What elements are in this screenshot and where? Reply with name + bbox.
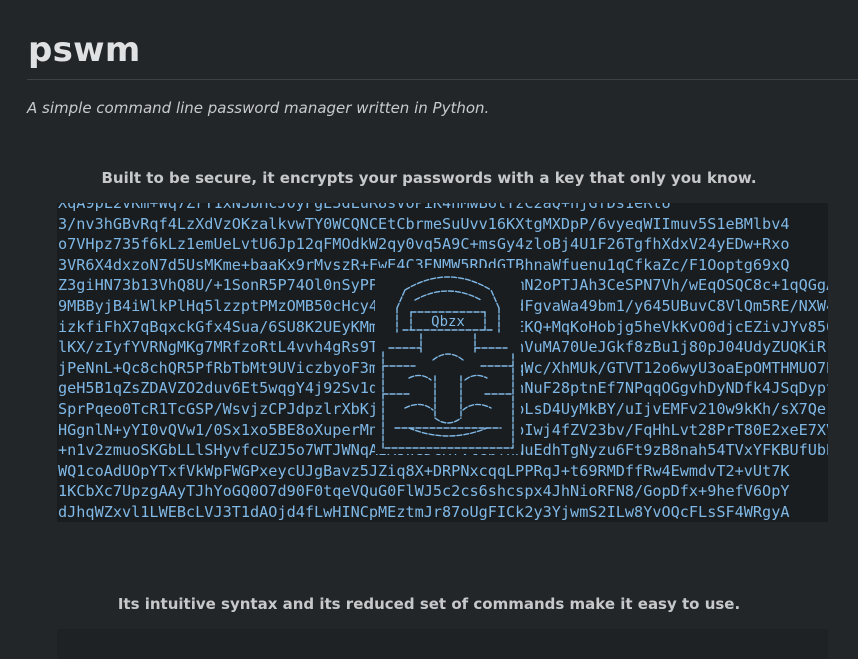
encrypted-line: dJhqWZxvl1LWEBcLVJ3T1dAOjd4fLwHINCpMEztm… <box>58 502 790 521</box>
page-title: pswm <box>28 30 141 70</box>
tagline: A simple command line password manager w… <box>27 99 490 117</box>
title-divider <box>27 79 858 80</box>
readme-page: pswm A simple command line password mana… <box>0 0 858 659</box>
encrypted-line: o7VHpz735f6kLz1emUeLvtU6Jp12qFMOdkW2qy0v… <box>58 235 790 254</box>
syntax-caption: Its intuitive syntax and its reduced set… <box>117 595 741 613</box>
encrypted-line: 3/nv3hGBvRqf4LzXdVzOKzalkvwTY0WCQNCEtCbr… <box>58 214 790 233</box>
ascii-vault-art: Qbzx <box>375 268 521 454</box>
safe-icon: Qbzx <box>382 276 514 449</box>
art-label: Qbzx <box>431 314 465 330</box>
encrypted-line: 1KCbXc7UpzgAAyTJhYoGQ0O7d90F0tqeVQuG0FlW… <box>58 482 790 501</box>
encrypted-line: XqA9pL2vKm+Wq7ZrT1xN5bHcJ0yFgE3dLuR8sVoP… <box>58 203 671 212</box>
security-caption: Built to be secure, it encrypts your pas… <box>101 169 757 187</box>
encrypted-demo-terminal: XqA9pL2vKm+Wq7ZrT1xN5bHcJ0yFgE3dLuR8sVoP… <box>57 203 828 522</box>
encrypted-line: WQ1coAdUOpYTxfVkWpFWGPxeycUJgBavz5JZiq8X… <box>58 461 790 480</box>
